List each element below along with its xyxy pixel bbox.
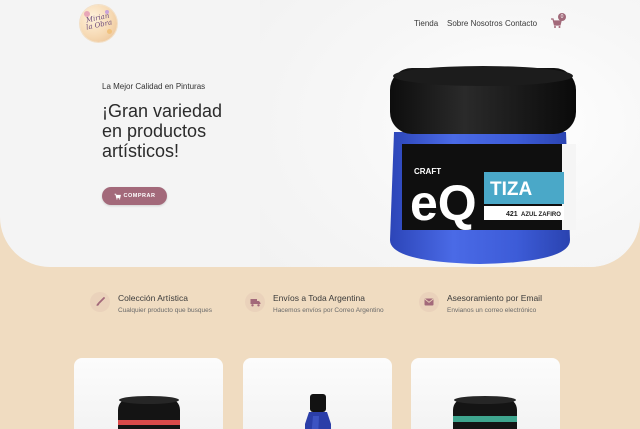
comprar-button[interactable]: COMPRAR	[102, 187, 167, 205]
feature-asesoramiento: Asesoramiento por Email Envianos un corr…	[419, 290, 569, 330]
feature-title: Colección Artística	[118, 293, 188, 303]
jar-code: 421	[506, 211, 518, 218]
jar-brand: eQ	[410, 175, 477, 231]
hero-headline: ¡Gran variedad en productos artísticos!	[102, 101, 223, 161]
nav-contacto[interactable]: Contacto	[505, 19, 537, 28]
product-card[interactable]	[243, 358, 392, 429]
feature-subtitle: Envianos un correo electrónico	[447, 307, 537, 314]
jar-green-lid-icon	[453, 396, 517, 429]
hero-product-image: CRAFT eQ TIZA 421 AZUL ZAFIRO	[390, 66, 576, 264]
feature-title: Asesoramiento por Email	[447, 293, 542, 303]
comprar-button-label: COMPRAR	[123, 193, 156, 199]
hero-eyebrow: La Mejor Calidad en Pinturas	[102, 82, 206, 91]
logo-decor	[107, 29, 112, 34]
feature-subtitle: Hacemos envíos por Correo Argentino	[273, 307, 384, 314]
jar-color-name: AZUL ZAFIRO	[521, 212, 561, 218]
feature-envios: Envíos a Toda Argentina Hacemos envíos p…	[245, 290, 415, 330]
product-card[interactable]	[74, 358, 223, 429]
brush-icon	[90, 292, 110, 312]
blue-bottle-icon	[305, 394, 331, 429]
truck-icon	[245, 292, 265, 312]
jar-red-lid-icon	[118, 396, 180, 429]
nav-tienda[interactable]: Tienda	[414, 19, 438, 28]
cart-icon	[114, 193, 121, 199]
cart-count-badge: 0	[558, 13, 566, 21]
envelope-icon	[419, 292, 439, 312]
feature-title: Envíos a Toda Argentina	[273, 293, 365, 303]
site-logo[interactable]: Mirian la Obra	[80, 5, 117, 42]
feature-coleccion: Colección Artística Cualquier producto q…	[90, 290, 240, 330]
jar-line: TIZA	[490, 179, 532, 200]
product-card[interactable]	[411, 358, 560, 429]
feature-subtitle: Cualquier producto que busques	[118, 307, 212, 314]
nav-sobre-nosotros[interactable]: Sobre Nosotros	[447, 19, 503, 28]
